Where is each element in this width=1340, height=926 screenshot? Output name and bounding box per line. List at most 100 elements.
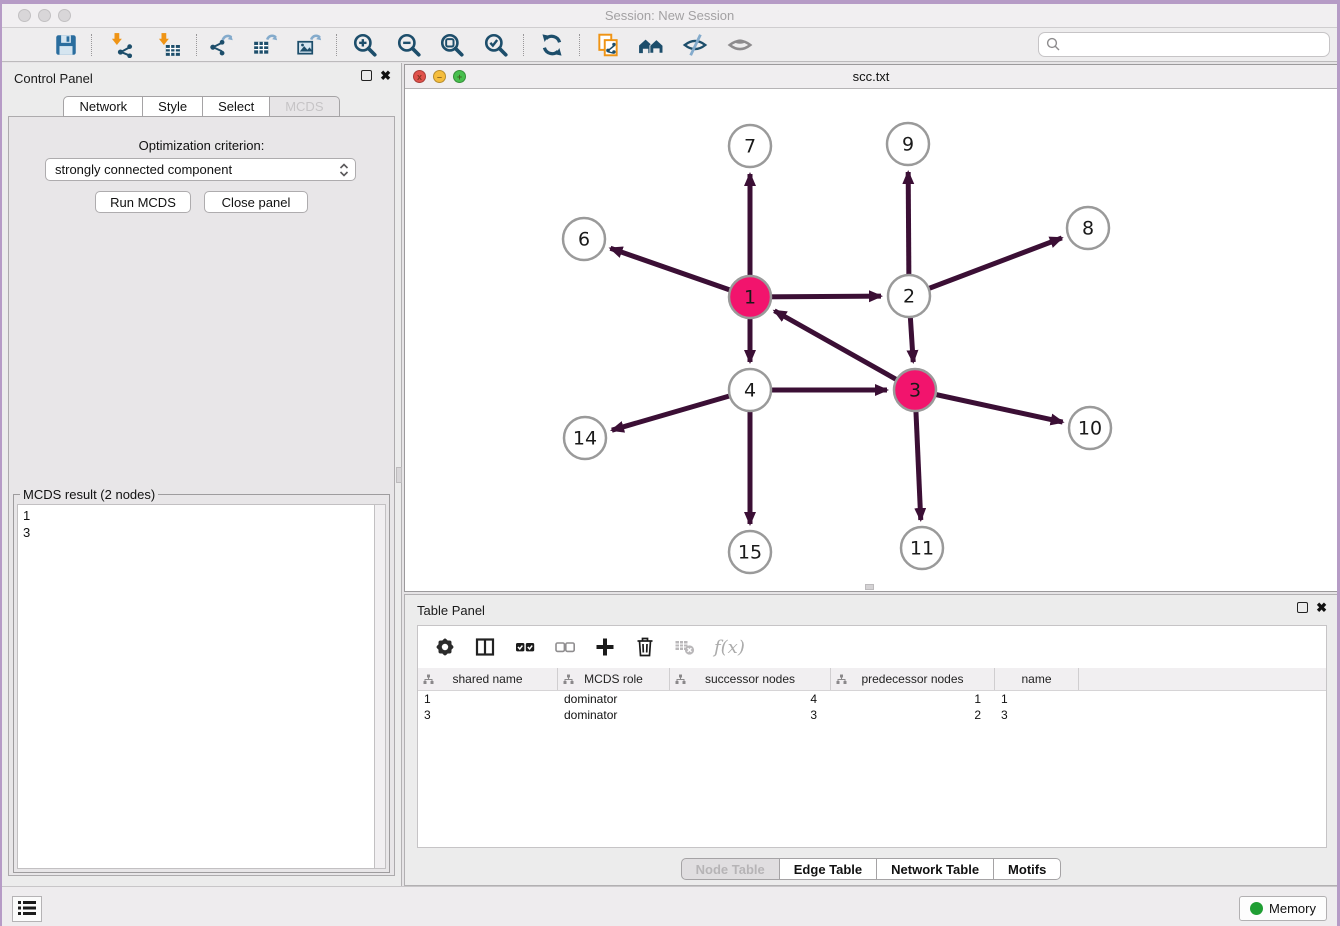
node-label-10: 10 xyxy=(1078,418,1102,440)
column-header-shared-name[interactable]: shared name xyxy=(418,668,558,690)
toolbar-separator xyxy=(523,34,524,56)
table-row[interactable]: 3dominator323 xyxy=(418,707,1326,723)
edge-3-10[interactable] xyxy=(915,390,1063,422)
tab-node-table[interactable]: Node Table xyxy=(681,858,780,880)
table-panel-float-icon[interactable] xyxy=(1297,602,1308,613)
panel-splitter-grip[interactable] xyxy=(396,467,402,483)
node-label-7: 7 xyxy=(744,136,756,158)
zoom-in-icon[interactable] xyxy=(352,32,378,58)
delete-table-icon[interactable] xyxy=(674,636,696,658)
node-label-6: 6 xyxy=(578,229,590,251)
show-all-icon[interactable] xyxy=(727,32,753,58)
deselect-all-icon[interactable] xyxy=(554,636,576,658)
memory-label: Memory xyxy=(1269,901,1316,916)
status-bar: Memory xyxy=(2,886,1337,926)
main-toolbar xyxy=(2,28,1337,62)
close-panel-button[interactable]: Close panel xyxy=(204,191,308,213)
toolbar-separator xyxy=(91,34,92,56)
column-header-MCDS-role[interactable]: MCDS role xyxy=(558,668,670,690)
tab-style[interactable]: Style xyxy=(143,96,203,117)
export-network-icon[interactable] xyxy=(208,32,234,58)
edge-2-8[interactable] xyxy=(909,238,1062,296)
first-neighbors-icon[interactable] xyxy=(638,32,664,58)
toolbar-separator xyxy=(196,34,197,56)
criterion-value: strongly connected component xyxy=(55,162,232,177)
zoom-out-icon[interactable] xyxy=(396,32,422,58)
hide-selected-icon[interactable] xyxy=(682,32,708,58)
column-header-successor-nodes[interactable]: successor nodes xyxy=(670,668,831,690)
table-row[interactable]: 1dominator411 xyxy=(418,691,1326,707)
node-label-1: 1 xyxy=(744,287,756,309)
table-settings-gear-icon[interactable] xyxy=(434,636,456,658)
table-cell[interactable]: 2 xyxy=(831,707,995,723)
mcds-result-list[interactable]: 1 3 xyxy=(17,504,374,869)
zoom-fit-icon[interactable] xyxy=(439,32,465,58)
tab-network[interactable]: Network xyxy=(63,96,143,117)
column-header-name[interactable]: name xyxy=(995,668,1079,690)
tab-motifs[interactable]: Motifs xyxy=(994,858,1061,880)
horizontal-splitter-grip[interactable] xyxy=(865,584,874,590)
application-window: Session: New Session xyxy=(0,0,1340,926)
table-panel-close-icon[interactable]: ✖ xyxy=(1316,602,1327,613)
open-session-button[interactable] xyxy=(14,32,40,58)
export-image-icon[interactable] xyxy=(296,32,322,58)
add-column-icon[interactable] xyxy=(594,636,616,658)
export-table-icon[interactable] xyxy=(252,32,278,58)
table-cell[interactable]: 3 xyxy=(995,707,1079,723)
column-header-label: MCDS role xyxy=(584,672,643,686)
mcds-panel: Optimization criterion: strongly connect… xyxy=(8,116,395,876)
network-view-window: x – + scc.txt 1234678910111415 xyxy=(404,64,1338,592)
node-label-4: 4 xyxy=(744,380,756,402)
column-header-label: predecessor nodes xyxy=(861,672,963,686)
node-label-14: 14 xyxy=(573,428,597,450)
node-label-9: 9 xyxy=(902,134,914,156)
table-cell[interactable]: 3 xyxy=(418,707,558,723)
node-label-2: 2 xyxy=(903,286,915,308)
tab-edge-table[interactable]: Edge Table xyxy=(780,858,877,880)
table-cell[interactable]: 3 xyxy=(670,707,831,723)
search-input[interactable] xyxy=(1038,32,1330,57)
delete-column-trash-icon[interactable] xyxy=(634,636,656,658)
tab-mcds[interactable]: MCDS xyxy=(270,96,339,117)
toolbar-separator xyxy=(336,34,337,56)
column-header-label: successor nodes xyxy=(705,672,795,686)
save-session-button[interactable] xyxy=(53,32,79,58)
duplicate-network-icon[interactable] xyxy=(595,32,621,58)
import-table-icon[interactable] xyxy=(155,32,181,58)
tab-network-table[interactable]: Network Table xyxy=(877,858,994,880)
import-network-icon[interactable] xyxy=(108,32,134,58)
task-history-icon[interactable] xyxy=(12,896,42,922)
edge-3-1[interactable] xyxy=(774,311,915,390)
node-table-body: 1dominator4113dominator323 xyxy=(418,691,1326,723)
control-panel-float-icon[interactable] xyxy=(361,70,372,81)
node-label-11: 11 xyxy=(910,538,934,560)
zoom-selected-icon[interactable] xyxy=(483,32,509,58)
tab-select[interactable]: Select xyxy=(203,96,270,117)
function-builder-icon[interactable]: f(x) xyxy=(714,636,745,658)
table-cell[interactable]: 4 xyxy=(670,691,831,707)
column-header-label: shared name xyxy=(452,672,522,686)
table-panel: Table Panel ✖ xyxy=(404,594,1338,886)
select-all-icon[interactable] xyxy=(514,636,536,658)
titlebar: Session: New Session xyxy=(2,4,1337,28)
memory-button[interactable]: Memory xyxy=(1239,896,1327,921)
table-panel-title: Table Panel xyxy=(417,603,485,618)
run-mcds-button[interactable]: Run MCDS xyxy=(95,191,191,213)
table-cell[interactable]: dominator xyxy=(558,707,670,723)
apply-layout-icon[interactable] xyxy=(539,32,565,58)
table-cell[interactable]: 1 xyxy=(995,691,1079,707)
mcds-result-scrollbar[interactable] xyxy=(374,504,386,869)
control-panel-close-icon[interactable]: ✖ xyxy=(380,70,391,81)
window-border-left xyxy=(0,0,2,926)
table-cell[interactable]: 1 xyxy=(831,691,995,707)
control-panel: Control Panel ✖ NetworkStyleSelectMCDS O… xyxy=(2,63,402,886)
search-icon xyxy=(1046,37,1061,52)
node-label-8: 8 xyxy=(1082,218,1094,240)
table-cell[interactable]: 1 xyxy=(418,691,558,707)
memory-status-dot xyxy=(1250,902,1263,915)
column-header-predecessor-nodes[interactable]: predecessor nodes xyxy=(831,668,995,690)
criterion-dropdown[interactable]: strongly connected component xyxy=(45,158,356,181)
split-view-icon[interactable] xyxy=(474,636,496,658)
table-cell[interactable]: dominator xyxy=(558,691,670,707)
network-canvas[interactable]: 1234678910111415 xyxy=(405,89,1337,592)
